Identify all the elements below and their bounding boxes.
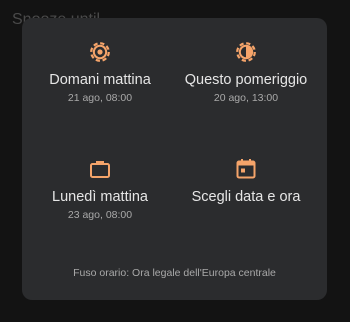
option-time: 21 ago, 08:00: [67, 92, 133, 104]
option-time: 23 ago, 08:00: [67, 209, 133, 221]
option-label: Questo pomeriggio: [184, 72, 308, 88]
option-label: Scegli data e ora: [191, 189, 301, 205]
option-label: Lunedì mattina: [52, 189, 148, 205]
half-sun-icon: [236, 42, 256, 62]
option-this-afternoon[interactable]: Questo pomeriggio 20 ago, 13:00: [171, 40, 321, 105]
sun-icon: [90, 42, 110, 62]
option-monday-morning[interactable]: Lunedì mattina 23 ago, 08:00: [25, 157, 175, 222]
calendar-icon: [236, 159, 256, 179]
option-time: 20 ago, 13:00: [213, 92, 279, 104]
option-pick-date-time[interactable]: Scegli data e ora: [171, 157, 321, 206]
option-label: Domani mattina: [49, 72, 151, 88]
timezone-note: Fuso orario: Ora legale dell'Europa cent…: [73, 267, 276, 279]
briefcase-icon: [90, 161, 110, 178]
option-tomorrow-morning[interactable]: Domani mattina 21 ago, 08:00: [25, 40, 175, 105]
snooze-dialog: Domani mattina 21 ago, 08:00 Questo pome…: [22, 18, 327, 300]
